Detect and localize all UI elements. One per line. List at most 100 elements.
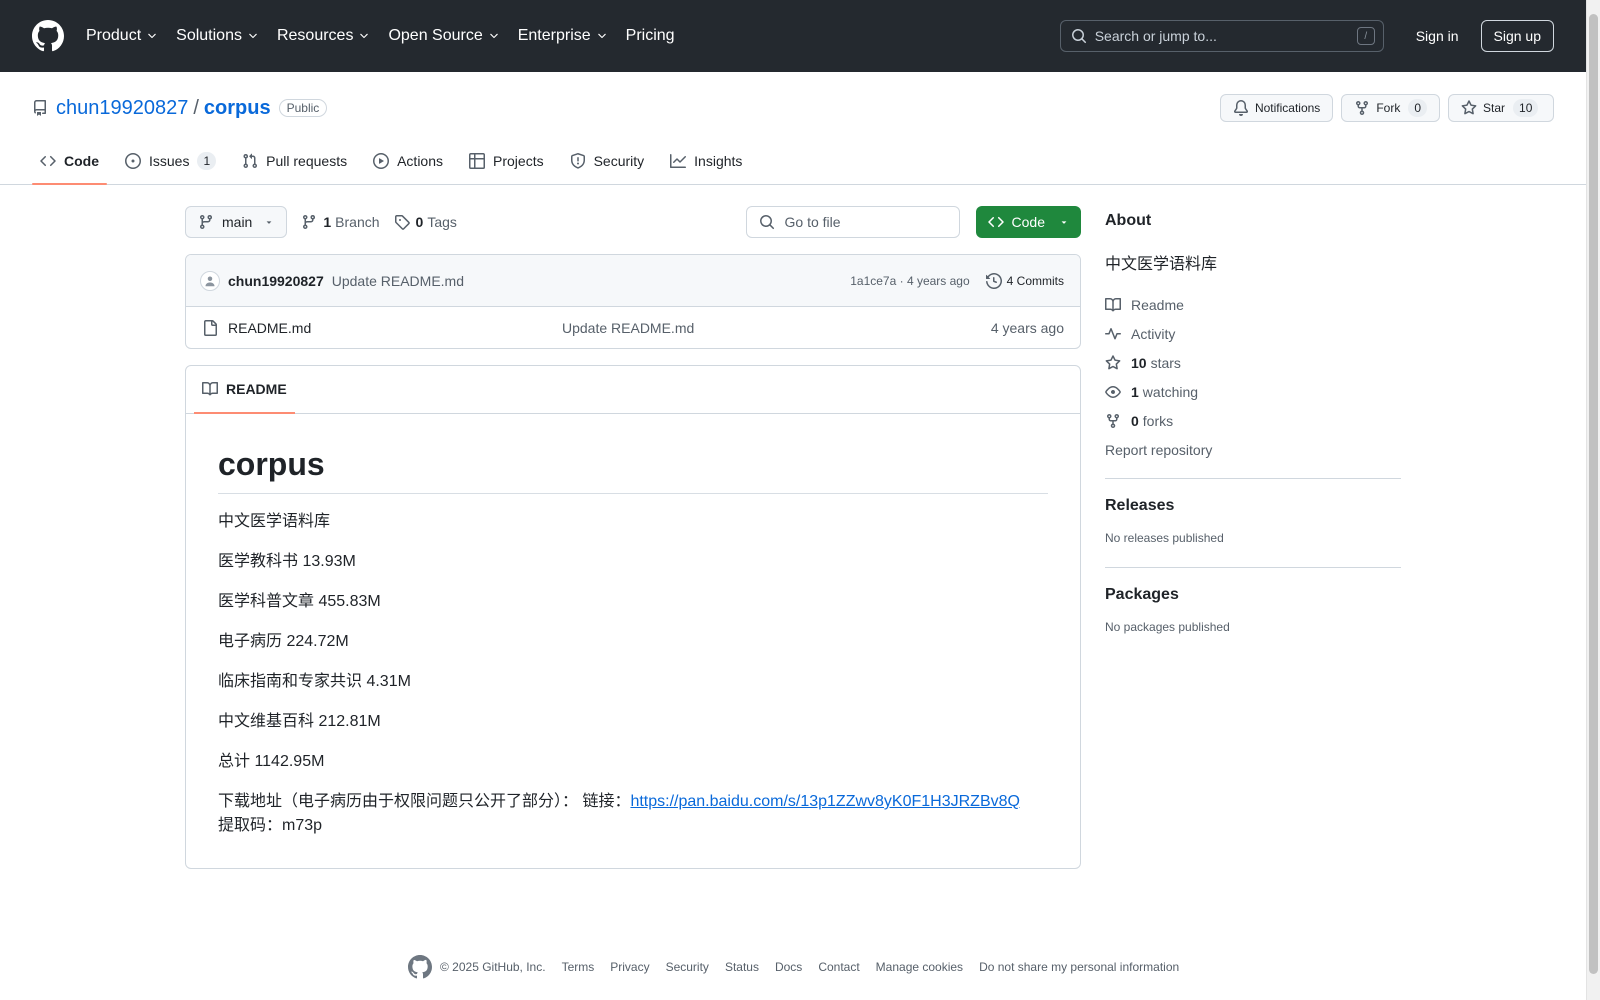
branch-select-button[interactable]: main [185, 206, 288, 238]
readme-tab[interactable]: README [194, 365, 295, 414]
file-commit-link[interactable]: Update README.md [562, 320, 694, 336]
tab-code[interactable]: Code [32, 138, 107, 185]
tab-insights-label: Insights [694, 153, 743, 169]
github-mark-icon[interactable] [408, 955, 432, 979]
footer-link-contact[interactable]: Contact [818, 960, 859, 974]
about-heading: About [1105, 212, 1152, 229]
footer-link-terms[interactable]: Terms [562, 960, 595, 974]
sign-up-button[interactable]: Sign up [1480, 20, 1554, 52]
eye-icon [1105, 385, 1121, 398]
readme-link[interactable]: Readme [1105, 290, 1401, 319]
forks-link[interactable]: 0 forks [1105, 406, 1401, 435]
footer-link-manage-cookies[interactable]: Manage cookies [876, 960, 963, 974]
fork-count: 0 [1408, 99, 1427, 117]
commit-meta: 1a1ce7a · 4 years ago 4 Commits [850, 272, 1064, 289]
packages-heading[interactable]: Packages [1105, 586, 1401, 604]
visibility-badge: Public [278, 99, 328, 117]
report-repository-link[interactable]: Report repository [1105, 435, 1401, 464]
search-icon [759, 215, 774, 230]
search-placeholder: Search or jump to... [1094, 28, 1217, 44]
github-logo-icon[interactable] [32, 20, 64, 52]
tab-issues-label: Issues [149, 153, 190, 169]
tab-insights[interactable]: Insights [662, 138, 750, 184]
caret-down-icon [1061, 221, 1067, 224]
download-link[interactable]: https://pan.baidu.com/s/13p1ZZwv8yK0F1H3… [630, 793, 1020, 810]
nav-product[interactable]: Product [86, 27, 158, 45]
tab-pull-requests[interactable]: Pull requests [234, 138, 355, 184]
go-to-file-input[interactable]: Go to file [745, 206, 960, 238]
repo-actions: Notifications Fork 0 Star 10 [1219, 94, 1554, 122]
footer-link-status[interactable]: Status [725, 960, 759, 974]
footer-link-privacy[interactable]: Privacy [610, 960, 649, 974]
download-prefix: 下载地址（电子病历由于权限问题只公开了部分）： 链接： [218, 793, 631, 810]
nav-solutions-label: Solutions [176, 27, 242, 44]
play-icon [373, 153, 390, 169]
readme-panel: README corpus 中文医学语料库 医学教科书 13.93M 医学科普文… [185, 365, 1081, 869]
tab-issues[interactable]: Issues 1 [117, 138, 224, 184]
forks-label: forks [1142, 412, 1174, 429]
repo-header: chun19920827 / corpus Public Notificatio… [0, 72, 1586, 185]
nav-pricing-label: Pricing [625, 27, 675, 44]
tab-pull-requests-label: Pull requests [266, 153, 348, 169]
nav-resources[interactable]: Resources [277, 27, 370, 45]
page-scrollbar[interactable] [1586, 0, 1600, 1000]
repo-owner-link[interactable]: chun19920827 [56, 97, 188, 120]
about-list: Readme Activity 10 stars 1 watching 0 fo… [1105, 290, 1401, 464]
readme-line: 总计 1142.95M [218, 753, 325, 770]
watchers-link[interactable]: 1 watching [1105, 377, 1401, 406]
nav-open-source-label: Open Source [388, 27, 483, 44]
table-row: README.md Update README.md 4 years ago [186, 307, 1080, 348]
chevron-down-icon [148, 33, 156, 39]
repo-sidebar: About 中文医学语料库 Readme Activity 10 stars 1… [1105, 190, 1401, 869]
nav-open-source[interactable]: Open Source [388, 27, 499, 45]
nav-solutions[interactable]: Solutions [176, 27, 259, 45]
tab-projects[interactable]: Projects [461, 138, 552, 184]
tab-security[interactable]: Security [562, 138, 653, 184]
repo-separator: / [193, 96, 199, 119]
nav-resources-label: Resources [276, 27, 354, 44]
sign-in-link[interactable]: Sign in [1404, 28, 1471, 44]
code-dropdown-button[interactable]: Code [975, 206, 1081, 238]
star-button[interactable]: Star 10 [1448, 94, 1554, 122]
scrollbar-thumb[interactable] [1589, 14, 1598, 974]
branch-name: main [222, 214, 253, 230]
commits-count-label: 4 Commits [1006, 273, 1064, 288]
releases-heading[interactable]: Releases [1105, 497, 1401, 515]
footer-link-docs[interactable]: Docs [775, 960, 802, 974]
stars-link[interactable]: 10 stars [1105, 348, 1401, 377]
activity-link[interactable]: Activity [1105, 319, 1401, 348]
star-icon [1105, 354, 1121, 369]
fork-icon [1107, 413, 1119, 428]
tag-label: Tags [427, 214, 457, 230]
footer-link-security[interactable]: Security [666, 960, 709, 974]
commit-author-link[interactable]: chun19920827 [228, 273, 324, 289]
tab-actions[interactable]: Actions [365, 138, 451, 184]
fork-label: Fork [1376, 101, 1401, 115]
chevron-down-icon [597, 33, 606, 39]
code-button-label: Code [1011, 214, 1045, 230]
repo-name-link[interactable]: corpus [204, 97, 271, 120]
repo-main: main 1 Branch 0 Tags Go to file Code chu… [185, 190, 1401, 869]
branches-link[interactable]: 1 Branch [301, 214, 380, 230]
nav-enterprise[interactable]: Enterprise [518, 27, 608, 45]
fork-icon [1356, 101, 1369, 116]
avatar[interactable] [200, 270, 220, 291]
repo-content: main 1 Branch 0 Tags Go to file Code chu… [185, 190, 1081, 869]
commits-history-link[interactable]: 4 Commits [985, 272, 1064, 289]
code-icon [987, 216, 1004, 228]
branch-count: 1 [323, 214, 332, 230]
branch-icon [303, 215, 316, 230]
readme-link-label: Readme [1131, 296, 1184, 313]
header-right: Search or jump to... / Sign in Sign up [1059, 20, 1554, 52]
notifications-button[interactable]: Notifications [1219, 94, 1334, 122]
file-name-link[interactable]: README.md [228, 320, 562, 336]
code-icon [40, 155, 56, 167]
tags-link[interactable]: 0 Tags [394, 214, 457, 230]
fork-button[interactable]: Fork 0 [1341, 94, 1440, 122]
search-input[interactable]: Search or jump to... / [1059, 20, 1384, 52]
commit-message-link[interactable]: Update README.md [332, 273, 464, 289]
readme-tabbar: README [186, 366, 1080, 414]
footer-link-do-not-share[interactable]: Do not share my personal information [979, 960, 1179, 974]
nav-pricing[interactable]: Pricing [626, 27, 675, 45]
commit-hash-time[interactable]: 1a1ce7a · 4 years ago [850, 274, 969, 288]
